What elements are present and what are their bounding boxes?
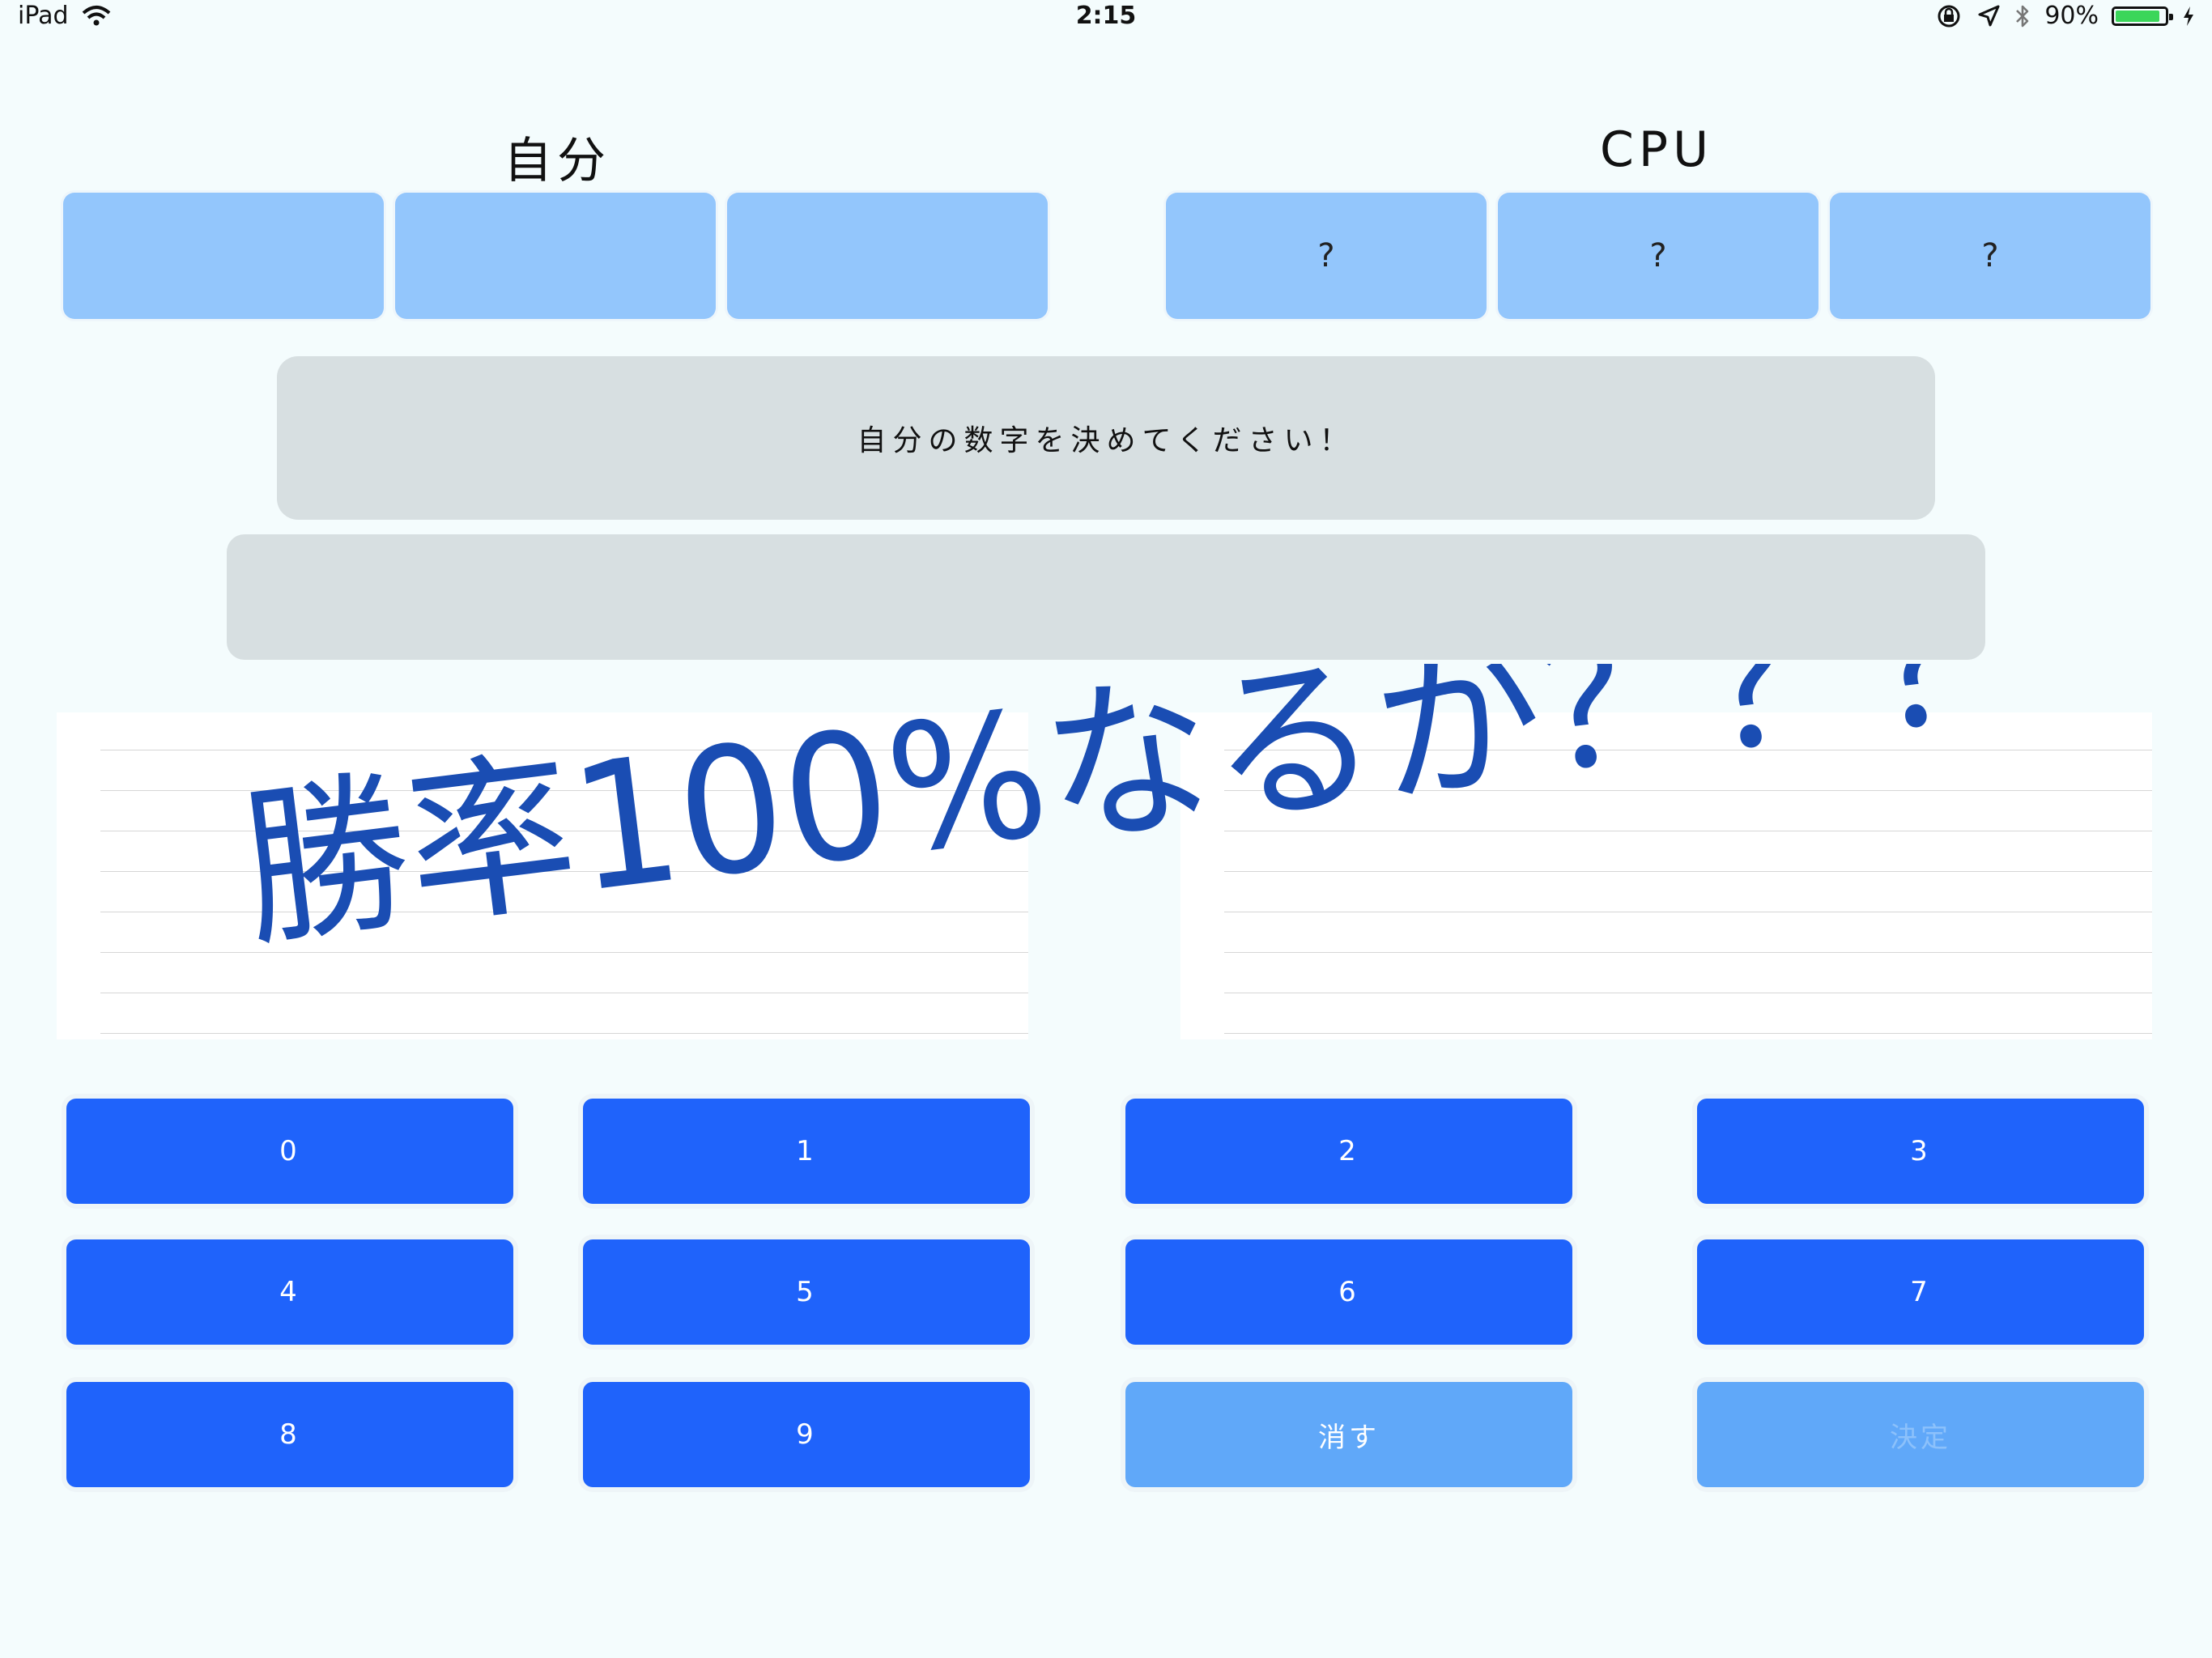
- location-icon: [1978, 5, 2000, 26]
- self-digit-2: [395, 193, 716, 319]
- clock: 2:15: [1075, 2, 1137, 30]
- key-8[interactable]: 8: [66, 1382, 513, 1487]
- key-9[interactable]: 9: [583, 1382, 1030, 1487]
- self-digit-1: [63, 193, 384, 319]
- result-message: [227, 534, 1985, 660]
- promo-banner: 勝率100%なるか？？？: [243, 664, 2048, 972]
- key-4[interactable]: 4: [66, 1239, 513, 1345]
- clear-button[interactable]: 消す: [1125, 1382, 1572, 1487]
- battery-icon: [2112, 6, 2173, 26]
- bluetooth-icon: [2016, 5, 2029, 27]
- log-divider: [1224, 1033, 2152, 1034]
- charging-icon: [2184, 6, 2193, 26]
- key-3[interactable]: 3: [1697, 1099, 2144, 1204]
- key-2[interactable]: 2: [1125, 1099, 1572, 1204]
- promo-banner-text: 勝率100%なるか？？？: [243, 664, 2048, 972]
- status-right: 90%: [1934, 2, 2196, 30]
- status-bar: iPad 2:15 90%: [0, 0, 2212, 32]
- cpu-title: CPU: [1600, 121, 1713, 178]
- log-divider: [100, 1033, 1028, 1034]
- cpu-digit-2: ?: [1498, 193, 1819, 319]
- rotation-lock-icon: [1938, 5, 1960, 27]
- self-title: 自分: [504, 133, 610, 189]
- key-0[interactable]: 0: [66, 1099, 513, 1204]
- self-digit-3: [727, 193, 1048, 319]
- confirm-button[interactable]: 決定: [1697, 1382, 2144, 1487]
- cpu-digit-1: ?: [1166, 193, 1487, 319]
- key-6[interactable]: 6: [1125, 1239, 1572, 1345]
- key-5[interactable]: 5: [583, 1239, 1030, 1345]
- battery-percent: 90%: [2044, 2, 2099, 30]
- key-7[interactable]: 7: [1697, 1239, 2144, 1345]
- battery-fill: [2116, 10, 2159, 22]
- key-1[interactable]: 1: [583, 1099, 1030, 1204]
- instruction-message: 自分の数字を決めてください！: [277, 356, 1935, 520]
- battery-nub: [2169, 13, 2173, 20]
- cpu-digit-3: ?: [1830, 193, 2150, 319]
